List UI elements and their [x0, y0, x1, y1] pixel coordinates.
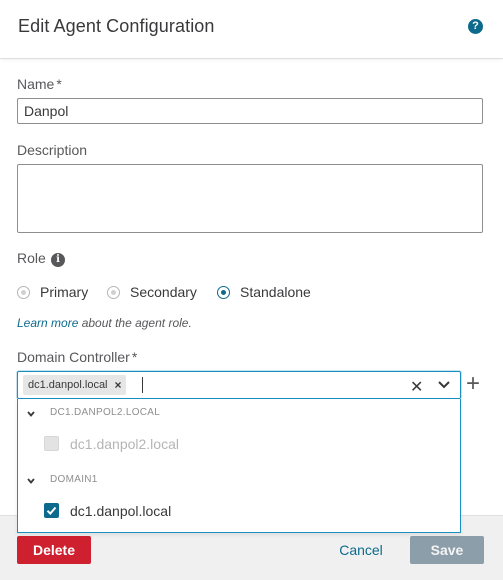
- option-label: dc1.danpol2.local: [70, 436, 179, 452]
- group-label: DOMAIN1: [50, 474, 98, 485]
- domain-controller-select[interactable]: dc1.danpol.local × ✕: [17, 371, 461, 399]
- required-mark: *: [131, 349, 138, 365]
- domain-controller-dropdown: DC1.DANPOL2.LOCAL dc1.danpol2.local DOMA…: [17, 399, 461, 533]
- name-label-text: Name: [17, 76, 55, 92]
- info-icon[interactable]: i: [51, 253, 65, 267]
- dialog-title: Edit Agent Configuration: [18, 16, 215, 36]
- required-mark: *: [56, 76, 62, 92]
- delete-button[interactable]: Delete: [17, 536, 91, 564]
- radio-circle[interactable]: [17, 285, 30, 299]
- clear-icon[interactable]: ✕: [410, 377, 423, 397]
- group-label: DC1.DANPOL2.LOCAL: [50, 407, 161, 418]
- learn-more-suffix: about the agent role.: [78, 316, 192, 330]
- group-header[interactable]: DC1.DANPOL2.LOCAL: [18, 403, 462, 423]
- radio-secondary[interactable]: Secondary: [107, 282, 197, 302]
- radio-circle-checked[interactable]: [217, 285, 230, 299]
- radio-label: Secondary: [130, 284, 197, 300]
- radio-standalone[interactable]: Standalone: [217, 282, 311, 302]
- description-label: Description: [17, 142, 88, 158]
- chevron-down-icon[interactable]: [437, 379, 451, 391]
- cancel-button[interactable]: Cancel: [330, 536, 392, 564]
- domain-controller-label: Domain Controller *: [17, 349, 137, 365]
- add-icon[interactable]: +: [466, 372, 480, 396]
- learn-more-link[interactable]: Learn more: [17, 316, 78, 330]
- name-label: Name *: [17, 76, 62, 92]
- domain-controller-label-text: Domain Controller: [17, 349, 130, 365]
- description-textarea[interactable]: [17, 164, 483, 233]
- radio-circle[interactable]: [107, 285, 120, 299]
- checkbox-checked[interactable]: [44, 503, 59, 518]
- radio-primary[interactable]: Primary: [17, 282, 88, 302]
- chip-label: dc1.danpol.local: [28, 379, 108, 391]
- check-icon: [46, 506, 57, 515]
- name-input[interactable]: [17, 98, 483, 124]
- chevron-down-icon[interactable]: [26, 409, 36, 419]
- radio-label: Standalone: [240, 284, 311, 300]
- radio-label: Primary: [40, 284, 89, 300]
- learn-more-text: Learn more about the agent role.: [17, 316, 192, 330]
- dialog-header: Edit Agent Configuration ?: [0, 0, 503, 59]
- role-label: Role: [17, 250, 46, 266]
- option-label: dc1.danpol.local: [70, 503, 172, 519]
- chevron-down-icon[interactable]: [26, 476, 36, 486]
- save-button[interactable]: Save: [410, 536, 484, 564]
- option-item[interactable]: dc1.danpol.local: [18, 499, 462, 523]
- group-header[interactable]: DOMAIN1: [18, 470, 462, 490]
- checkbox-disabled: [44, 436, 59, 451]
- text-caret: [142, 377, 143, 393]
- help-icon[interactable]: ?: [468, 19, 483, 34]
- option-item-disabled: dc1.danpol2.local: [18, 432, 462, 456]
- selected-chip: dc1.danpol.local ×: [23, 375, 126, 395]
- chip-remove-icon[interactable]: ×: [115, 378, 122, 392]
